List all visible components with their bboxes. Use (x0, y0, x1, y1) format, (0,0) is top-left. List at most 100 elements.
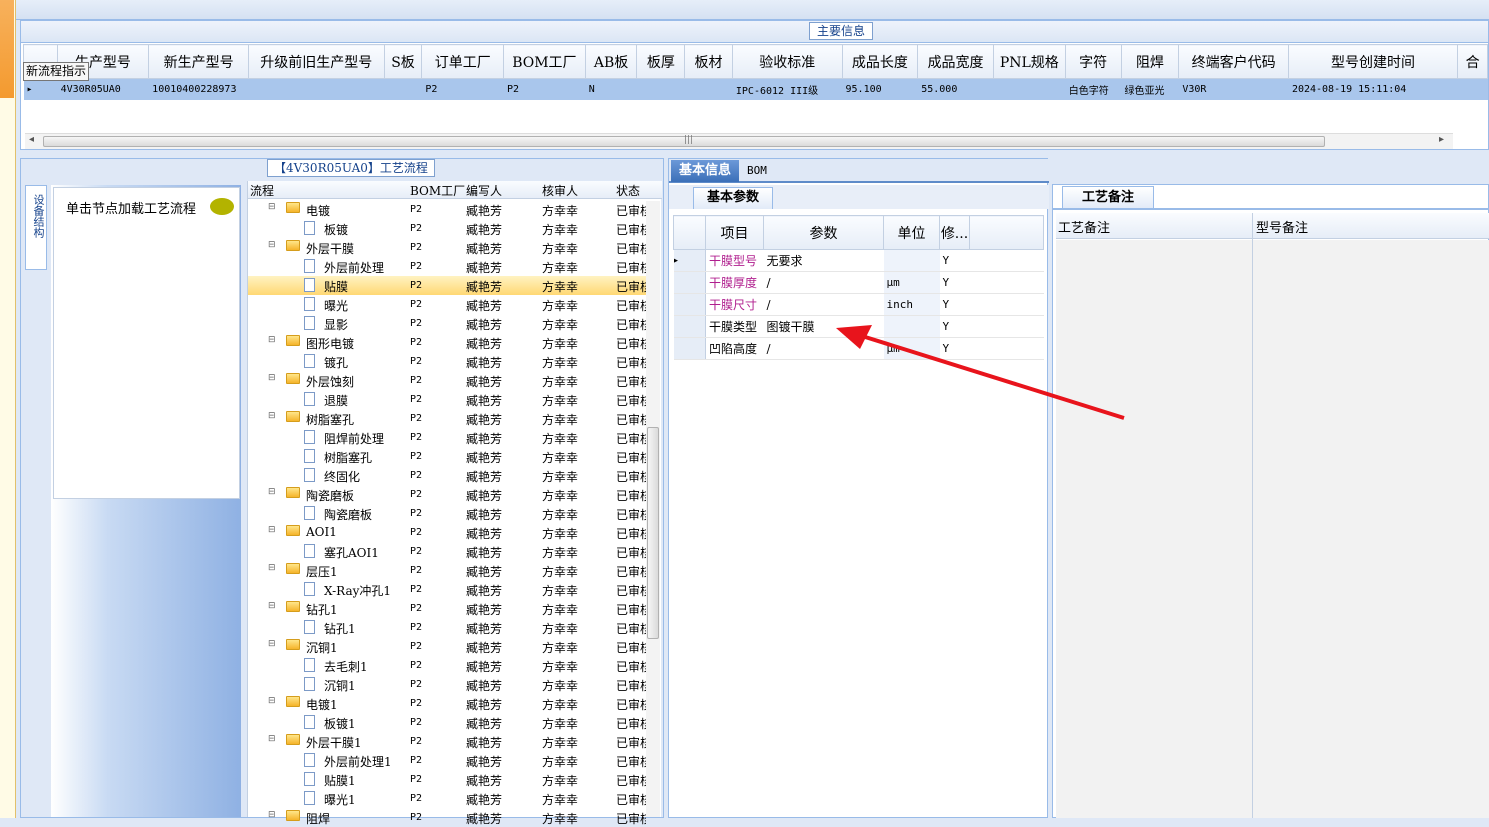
param-cell-mod[interactable]: Y (939, 271, 970, 294)
param-cell-param[interactable]: / (763, 271, 884, 294)
table-cell[interactable] (1457, 78, 1488, 100)
param-column-header[interactable]: 修... (939, 215, 970, 250)
tree-row[interactable]: ⊟ AOI1 P2 臧艳芳 方幸幸 已审核 (248, 523, 646, 542)
tree-row[interactable]: 板镀 P2 臧艳芳 方幸幸 已审核 (248, 219, 646, 238)
notes-body[interactable] (1056, 213, 1489, 818)
column-header[interactable]: 新生产型号 (148, 44, 249, 79)
table-cell[interactable]: 55.000 (917, 78, 994, 100)
collapse-icon[interactable]: ⊟ (268, 240, 276, 250)
tab-process-notes[interactable]: 工艺备注 (1062, 186, 1154, 209)
column-header[interactable]: 字符 (1064, 44, 1122, 79)
tree-row[interactable]: 曝光 P2 臧艳芳 方幸幸 已审核 (248, 295, 646, 314)
param-cell-item[interactable]: 干膜类型 (705, 315, 764, 338)
tree-row[interactable]: ⊟ 电镀1 P2 臧艳芳 方幸幸 已审核 (248, 694, 646, 713)
param-cell-item[interactable]: 干膜厚度 (705, 271, 764, 294)
collapse-icon[interactable]: ⊟ (268, 202, 276, 212)
param-column-header[interactable]: 参数 (763, 215, 884, 250)
tree-row[interactable]: ⊟ 外层蚀刻 P2 臧艳芳 方幸幸 已审核 (248, 371, 646, 390)
scroll-thumb[interactable] (647, 427, 659, 639)
collapse-icon[interactable]: ⊟ (268, 525, 276, 535)
tree-row[interactable]: ⊟ 沉铜1 P2 臧艳芳 方幸幸 已审核 (248, 637, 646, 656)
tree-row[interactable]: 阻焊前处理 P2 臧艳芳 方幸幸 已审核 (248, 428, 646, 447)
param-cell-param[interactable]: 图镀干膜 (763, 315, 884, 338)
device-structure-tab[interactable]: 设备结构 (25, 185, 47, 270)
collapse-icon[interactable]: ⊟ (268, 639, 276, 649)
tree-row[interactable]: 曝光1 P2 臧艳芳 方幸幸 已审核 (248, 789, 646, 808)
column-header[interactable]: PNL规格 (992, 44, 1066, 79)
collapse-icon[interactable]: ⊟ (268, 411, 276, 421)
tree-row[interactable]: 沉铜1 P2 臧艳芳 方幸幸 已审核 (248, 675, 646, 694)
collapse-icon[interactable]: ⊟ (268, 601, 276, 611)
column-header[interactable]: 验收标准 (731, 44, 843, 79)
tree-row[interactable]: ⊟ 陶瓷磨板 P2 臧艳芳 方幸幸 已审核 (248, 485, 646, 504)
collapse-icon[interactable]: ⊟ (268, 373, 276, 383)
horizontal-splitter[interactable] (20, 150, 1489, 158)
tree-row[interactable]: 贴膜1 P2 臧艳芳 方幸幸 已审核 (248, 770, 646, 789)
tab-bom[interactable]: BOM (747, 164, 767, 177)
tree-row[interactable]: 退膜 P2 臧艳芳 方幸幸 已审核 (248, 390, 646, 409)
tree-row[interactable]: ⊟ 树脂塞孔 P2 臧艳芳 方幸幸 已审核 (248, 409, 646, 428)
table-cell[interactable]: P2 (503, 78, 586, 100)
table-cell[interactable]: 2024-08-19 15:11:04 (1288, 78, 1459, 100)
param-cell-item[interactable]: 凹陷高度 (705, 337, 764, 360)
table-cell[interactable]: 白色字符 (1065, 78, 1122, 100)
column-header[interactable]: 合 (1457, 44, 1488, 79)
table-cell[interactable] (636, 78, 686, 100)
column-header[interactable]: 型号创建时间 (1287, 44, 1459, 79)
param-row[interactable]: 干膜类型 图镀干膜 Y (673, 315, 1044, 338)
table-row[interactable]: ▸ 4V30R05UA0 10010400228973 P2 P2 N IPC-6012 I… (23, 78, 1488, 100)
collapse-icon[interactable]: ⊟ (268, 734, 276, 744)
table-cell[interactable]: P2 (421, 78, 505, 100)
column-header[interactable]: 升级前旧生产型号 (247, 44, 385, 79)
tree-row[interactable]: ⊟ 电镀 P2 臧艳芳 方幸幸 已审核 (248, 200, 646, 219)
collapse-icon[interactable]: ⊟ (268, 487, 276, 497)
column-header[interactable]: 终端客户代码 (1178, 44, 1289, 79)
table-cell[interactable]: 95.100 (842, 78, 919, 100)
tree-row[interactable]: ⊟ 图形电镀 P2 臧艳芳 方幸幸 已审核 (248, 333, 646, 352)
param-cell-unit[interactable]: μm (883, 271, 940, 294)
tree-row[interactable]: ⊟ 外层干膜 P2 臧艳芳 方幸幸 已审核 (248, 238, 646, 257)
table-cell[interactable]: V30R (1178, 78, 1289, 100)
param-cell-mod[interactable]: Y (939, 249, 970, 272)
column-header[interactable]: 板材 (684, 44, 733, 79)
column-header[interactable]: 订单工厂 (421, 44, 505, 79)
column-header[interactable]: BOM工厂 (503, 44, 586, 79)
device-structure-box[interactable]: 单击节点加载工艺流程 (53, 187, 240, 499)
tree-row[interactable]: ⊟ 层压1 P2 臧艳芳 方幸幸 已审核 (248, 561, 646, 580)
param-cell-unit[interactable] (883, 249, 940, 272)
tree-row[interactable]: 去毛刺1 P2 臧艳芳 方幸幸 已审核 (248, 656, 646, 675)
column-header[interactable]: AB板 (584, 44, 638, 79)
tree-column-header[interactable]: 核审人 (542, 182, 578, 199)
table-cell[interactable] (993, 78, 1066, 100)
tree-row[interactable]: 树脂塞孔 P2 臧艳芳 方幸幸 已审核 (248, 447, 646, 466)
tree-row[interactable]: 陶瓷磨板 P2 臧艳芳 方幸幸 已审核 (248, 504, 646, 523)
param-row[interactable]: 干膜尺寸 / inch Y (673, 293, 1044, 316)
table-cell[interactable]: IPC-6012 III级 (732, 78, 843, 100)
table-cell[interactable]: N (585, 78, 638, 100)
tree-column-header[interactable]: 编写人 (466, 182, 502, 199)
param-cell-param[interactable]: / (763, 293, 884, 316)
collapse-icon[interactable]: ⊟ (268, 335, 276, 345)
table-cell[interactable] (248, 78, 385, 100)
tree-row[interactable]: 终固化 P2 臧艳芳 方幸幸 已审核 (248, 466, 646, 485)
tree-column-header[interactable]: 流程 (250, 182, 274, 199)
tree-column-header[interactable]: BOM工厂 (410, 182, 465, 199)
tab-basic-info[interactable]: 基本信息 (671, 160, 739, 182)
collapse-icon[interactable]: ⊟ (268, 810, 276, 820)
param-row[interactable]: ▸ 干膜型号 无要求 Y (673, 249, 1044, 272)
param-cell-mod[interactable]: Y (939, 315, 970, 338)
scroll-right-icon[interactable]: ▸ (1439, 134, 1444, 145)
column-header[interactable]: 板厚 (636, 44, 686, 79)
param-row[interactable]: 凹陷高度 / μm Y (673, 337, 1044, 360)
param-cell-unit[interactable]: μm (883, 337, 940, 360)
param-cell-item[interactable]: 干膜尺寸 (705, 293, 764, 316)
param-cell-param[interactable]: / (763, 337, 884, 360)
tree-row[interactable]: 外层前处理1 P2 臧艳芳 方幸幸 已审核 (248, 751, 646, 770)
param-cell-item[interactable]: 干膜型号 (705, 249, 764, 272)
collapse-icon[interactable]: ⊟ (268, 696, 276, 706)
tree-row[interactable]: 外层前处理 P2 臧艳芳 方幸幸 已审核 (248, 257, 646, 276)
horizontal-scrollbar[interactable]: ◂ ||| ▸ (25, 133, 1453, 149)
tree-column-header[interactable]: 状态 (616, 182, 640, 199)
table-cell[interactable] (684, 78, 733, 100)
column-header[interactable]: 成品宽度 (917, 44, 994, 79)
